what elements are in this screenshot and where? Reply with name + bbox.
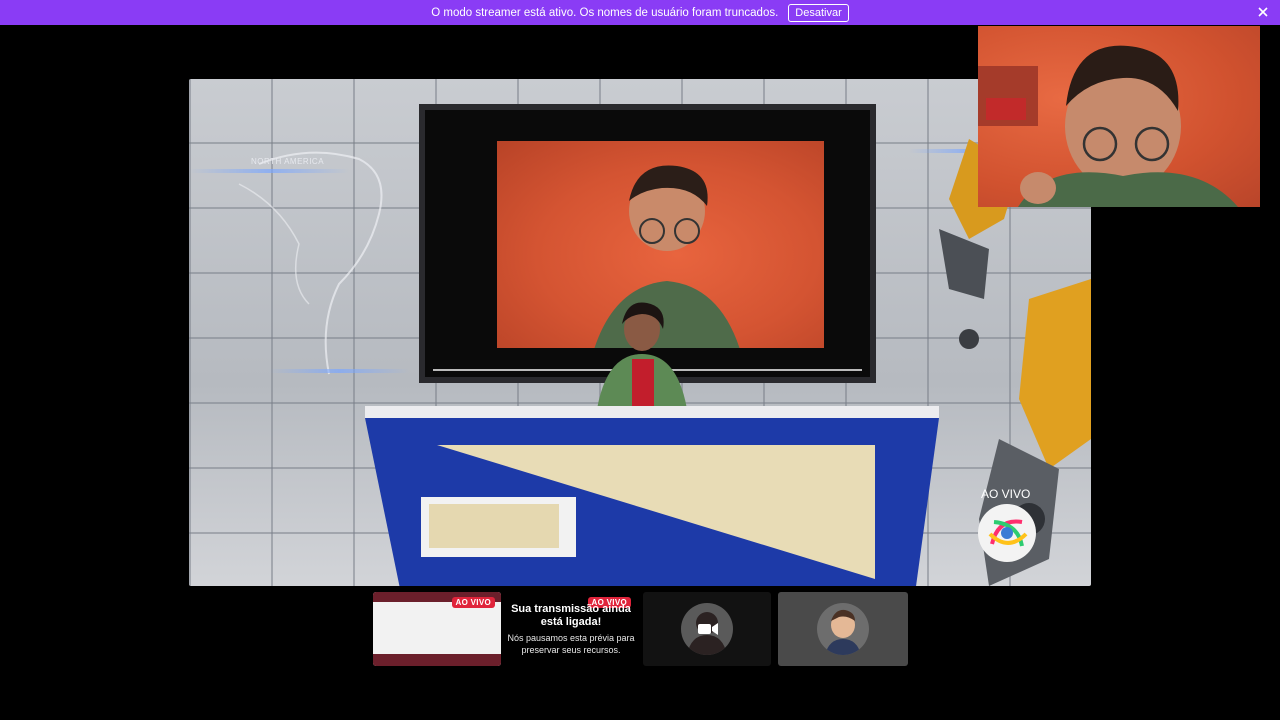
map-label: NORTH AMERICA <box>251 157 325 166</box>
webcam-host-figure <box>978 45 1238 207</box>
screen-share-thumbnail[interactable]: AO VIVO <box>373 592 501 666</box>
news-desk-side-panel <box>429 504 559 548</box>
live-badge: AO VIVO <box>451 597 495 608</box>
thumbnail-taskbar <box>373 654 501 666</box>
disable-streamer-mode-button[interactable]: Desativar <box>788 3 849 22</box>
camera-off-icon <box>698 623 718 635</box>
participant-tile-camera-off[interactable] <box>643 592 771 666</box>
paused-title: Sua transmissão ainda está ligada! <box>511 603 631 628</box>
guest-figure <box>597 302 687 409</box>
streamer-mode-banner: O modo streamer está ativo. Os nomes de … <box>0 0 1280 25</box>
main-stream-video[interactable]: NORTH AMERICA AO VIVO <box>189 79 1091 586</box>
participant-tile[interactable] <box>778 592 908 666</box>
close-icon[interactable] <box>1256 5 1270 19</box>
banner-message: O modo streamer está ativo. Os nomes de … <box>431 6 779 19</box>
webcam-overlay[interactable] <box>978 26 1260 207</box>
paused-preview-notice: AO VIVO Sua transmissão ainda está ligad… <box>506 592 636 666</box>
obs-logo-icon <box>978 504 1036 562</box>
paused-description: Nós pausamos esta prévia para preservar … <box>507 633 635 655</box>
glow-line <box>189 169 349 173</box>
news-desk-top <box>365 406 939 418</box>
avatar <box>817 603 869 655</box>
live-label: AO VIVO <box>981 487 1031 501</box>
glow-line <box>269 369 409 373</box>
